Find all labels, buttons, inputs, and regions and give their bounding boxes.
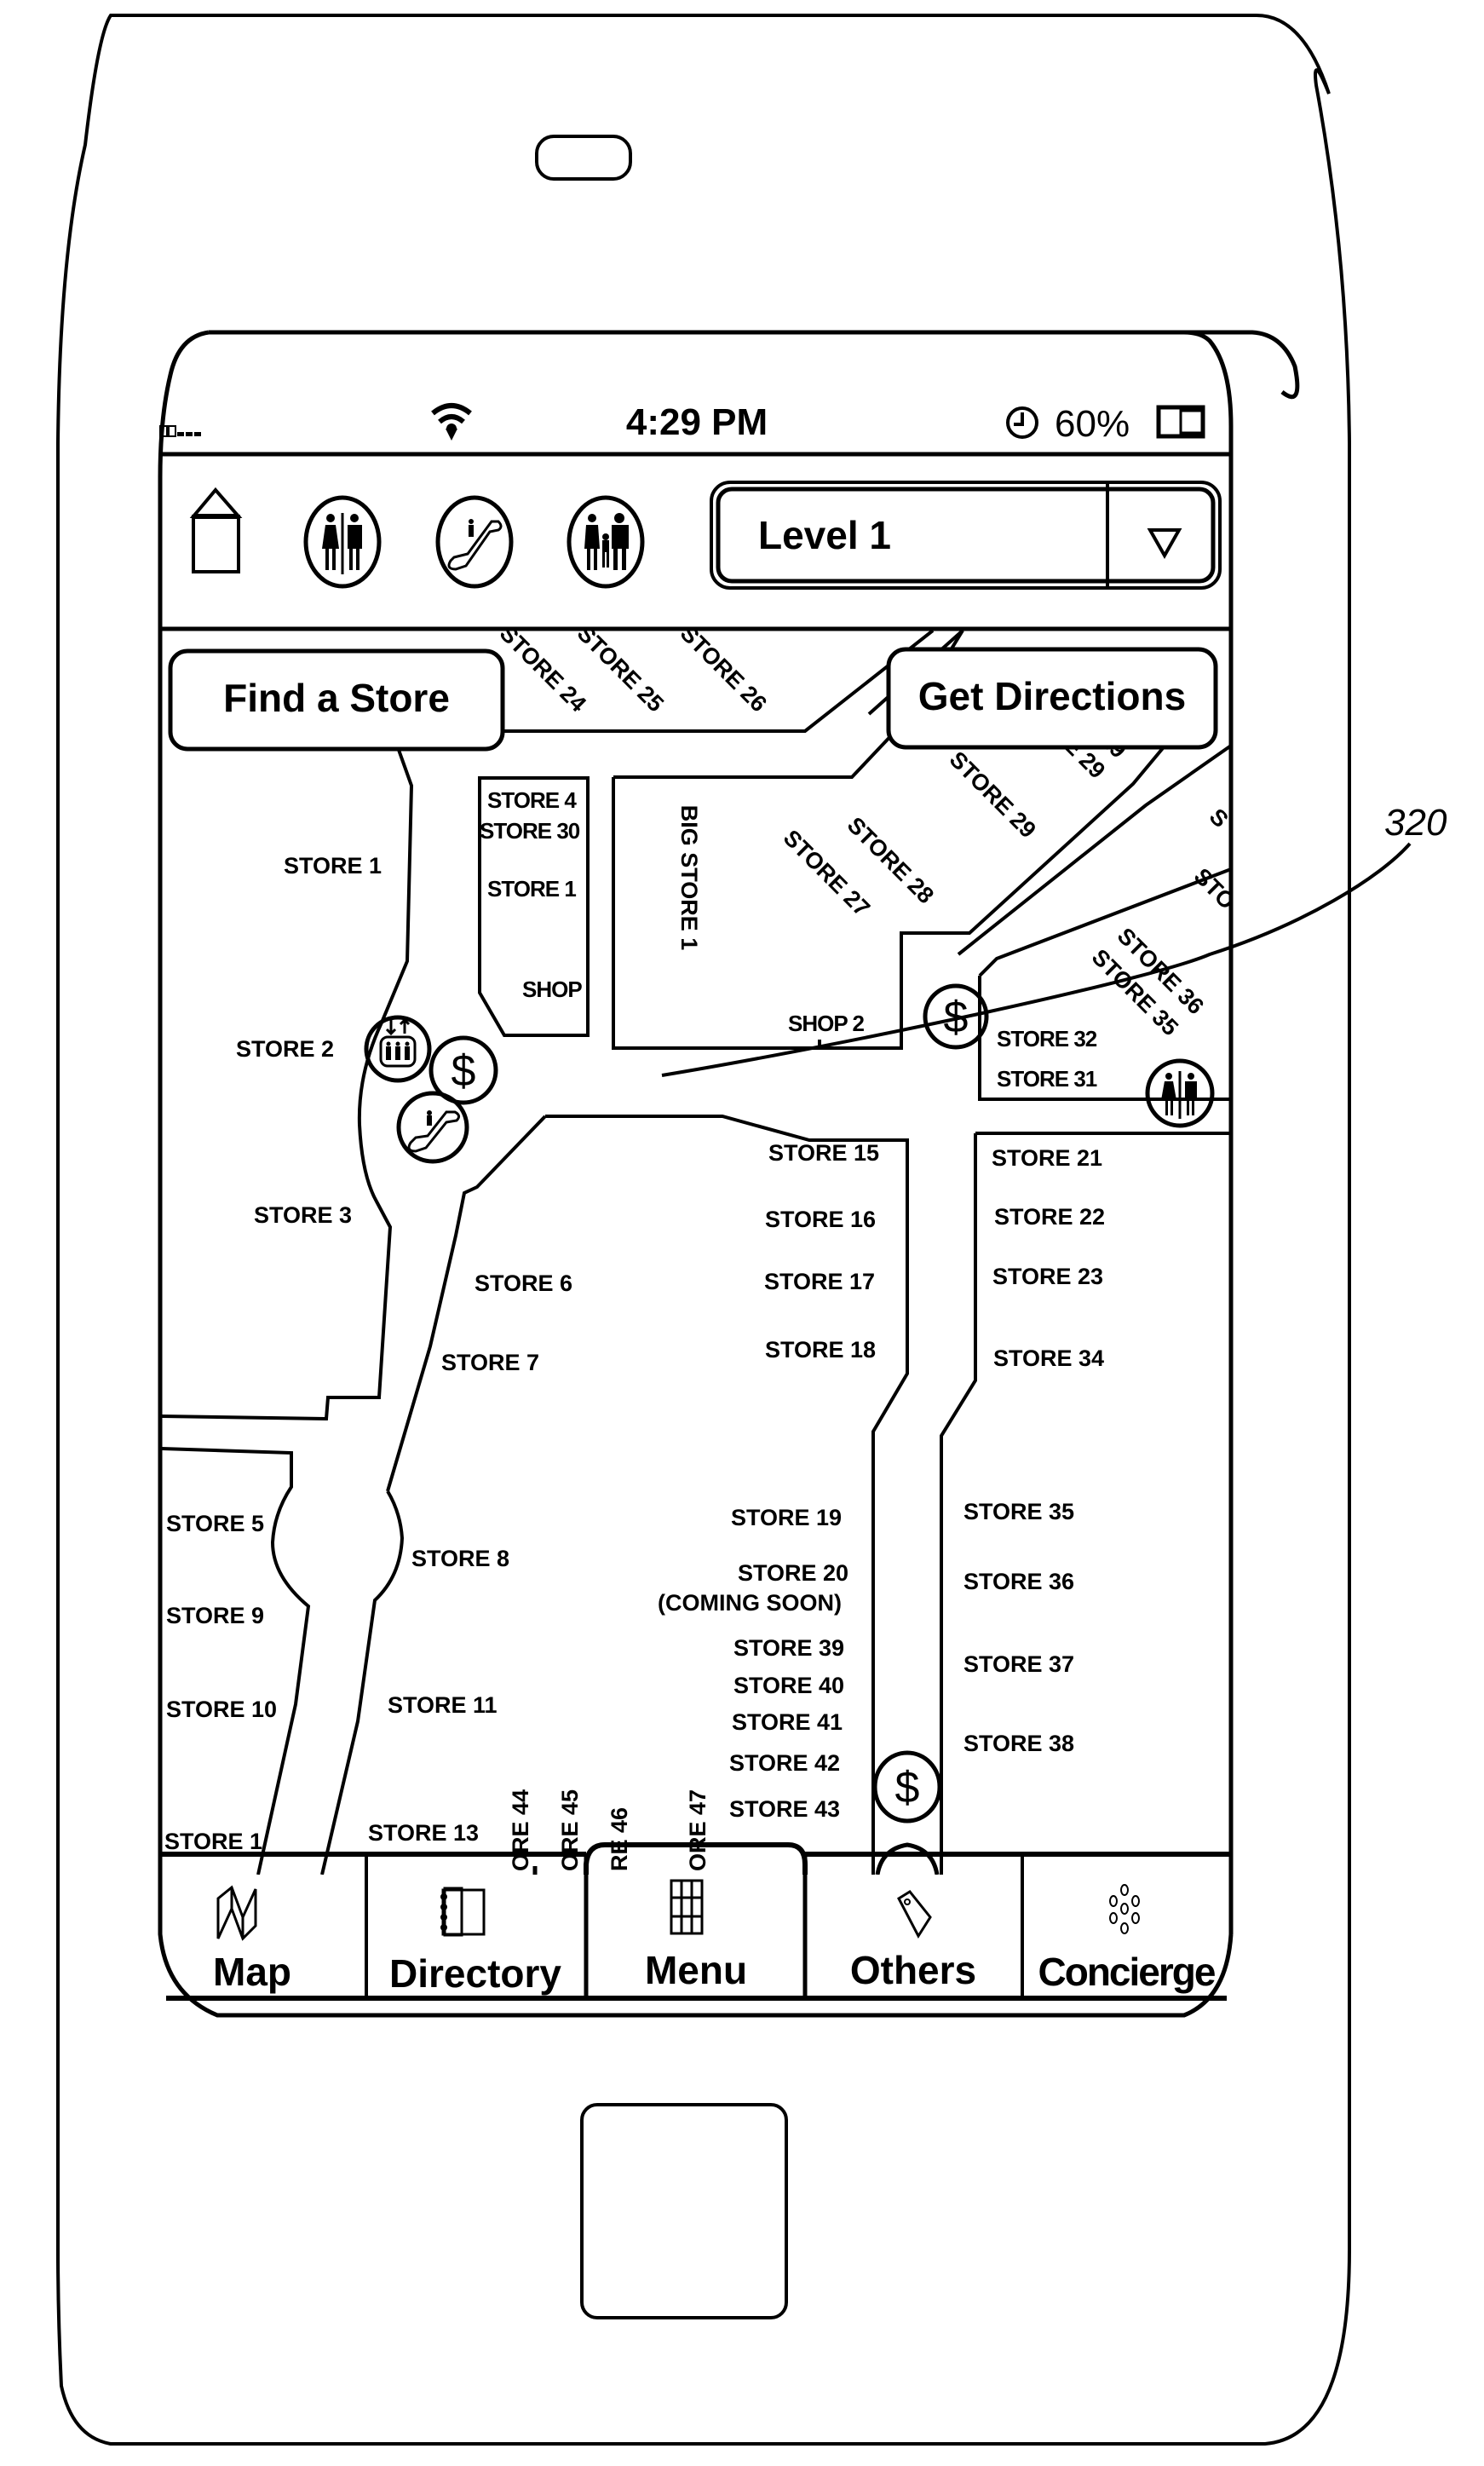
nav-label-menu: Menu [645, 1948, 747, 1992]
signal-bars-icon [159, 425, 201, 437]
store-label[interactable]: STORE 15 [768, 1140, 879, 1166]
store-label[interactable]: STORE 35 [963, 1499, 1074, 1524]
nav-item-directory[interactable]: Directory [389, 1887, 561, 1996]
store-label[interactable]: SHOP [522, 977, 583, 1002]
get-directions-label: Get Directions [918, 674, 1186, 718]
find-store-button[interactable]: Find a Store [168, 648, 505, 752]
nav-item-others[interactable]: Others [850, 1890, 976, 1992]
store-label[interactable]: STORE 32 [997, 1026, 1098, 1052]
store-label[interactable]: STORE 20 [738, 1560, 848, 1586]
home-icon[interactable] [189, 487, 243, 573]
store-label[interactable]: STORE 19 [731, 1505, 842, 1530]
store-label[interactable]: RE 46 [607, 1807, 632, 1871]
store-label[interactable]: STORE 5 [166, 1511, 264, 1536]
store-label[interactable]: STORE 8 [411, 1546, 509, 1571]
level-select[interactable]: Level 1 [710, 481, 1222, 590]
svg-text:$: $ [452, 1046, 476, 1096]
nav-label-directory: Directory [389, 1951, 561, 1996]
store-label[interactable]: STORE 38 [963, 1731, 1074, 1756]
store-label[interactable]: STORE 29 [945, 746, 1041, 843]
get-directions-button[interactable]: Get Directions [886, 647, 1218, 750]
nav-label-map: Map [213, 1950, 291, 1994]
store-label[interactable]: STORE 11 [388, 1692, 498, 1718]
status-time: 4:29 PM [626, 401, 768, 443]
wifi-icon [431, 403, 472, 441]
store-label[interactable]: STORE 16 [765, 1207, 876, 1232]
store-label[interactable]: STORE 39 [733, 1635, 844, 1661]
battery-percent: 60% [1055, 403, 1130, 445]
triangle-down-icon [1147, 528, 1182, 560]
battery-icon [1156, 405, 1205, 439]
store-label[interactable]: STORE 37 [963, 1651, 1074, 1677]
nav-item-concierge[interactable]: Concierge [1038, 1884, 1217, 1994]
store-label[interactable]: STORE 9 [166, 1603, 264, 1628]
folded-map-icon [216, 1885, 257, 1941]
store-label[interactable]: STORE 4 [487, 787, 578, 813]
store-label[interactable]: ORE 44 [508, 1789, 533, 1871]
atm-dollar-icon[interactable]: $ [872, 1750, 942, 1824]
store-label[interactable]: STORE 7 [441, 1350, 539, 1375]
restroom-icon[interactable] [1145, 1058, 1215, 1128]
store-label[interactable]: STORE 36 [963, 1569, 1074, 1594]
elevator-icon[interactable] [364, 1015, 432, 1083]
store-label[interactable]: STORE 23 [992, 1264, 1103, 1289]
store-label[interactable]: STORE 2 [236, 1036, 334, 1062]
status-bar: 4:29 PM 60% [159, 401, 1205, 445]
store-label[interactable]: STORE 13 [368, 1820, 479, 1846]
store-label[interactable]: STORE 42 [729, 1750, 840, 1776]
nav-label-others: Others [850, 1948, 976, 1992]
home-button[interactable] [580, 2103, 788, 2319]
store-label[interactable]: BIG STORE 1 [676, 805, 702, 951]
store-label[interactable]: SHOP 2 [788, 1011, 865, 1036]
phone-figure: 4:29 PM 60% Level 1 $ $ $ STORE 24 STORE… [56, 14, 1447, 2446]
store-label[interactable]: STORE 34 [993, 1345, 1104, 1371]
nav-label-concierge: Concierge [1038, 1950, 1216, 1994]
store-label[interactable]: STORE 21 [992, 1145, 1102, 1171]
store-label[interactable]: STORE 3 [254, 1202, 352, 1228]
speaker-slot [535, 135, 632, 181]
svg-text:$: $ [895, 1763, 920, 1812]
store-label[interactable]: STORE 26 [676, 620, 772, 717]
store-label[interactable]: STORE 43 [729, 1796, 840, 1822]
atm-dollar-icon[interactable]: $ [923, 983, 989, 1050]
level-select-value: Level 1 [758, 513, 891, 557]
reference-numeral: 320 [1384, 802, 1447, 844]
notebook-icon [440, 1887, 486, 1937]
escalator-icon[interactable] [435, 495, 514, 589]
store-label[interactable]: STORE 18 [765, 1337, 876, 1363]
alarm-clock-icon [1006, 406, 1038, 439]
phone-body [56, 14, 1351, 2446]
family-restroom-icon[interactable] [567, 495, 645, 589]
store-label[interactable]: STORE 1 [284, 853, 382, 879]
store-label[interactable]: STORE 1 [487, 876, 577, 902]
partial-amenity-icon [875, 1842, 940, 1875]
store-label[interactable]: STORE 10 [166, 1697, 277, 1722]
nav-item-map[interactable]: Map [213, 1885, 291, 1994]
find-store-label: Find a Store [223, 676, 450, 720]
escalator-icon[interactable] [396, 1091, 469, 1164]
store-label[interactable]: STORE 1 [164, 1829, 262, 1854]
store-label[interactable]: STORE 31 [997, 1066, 1098, 1092]
mall-map[interactable]: $ $ $ STORE 24 STORE 25 STORE 26 STORE 1… [162, 620, 1240, 1875]
store-label[interactable]: STORE 40 [733, 1673, 844, 1698]
grid-menu-icon [670, 1879, 704, 1935]
tag-icon [897, 1890, 932, 1939]
store-label[interactable]: ORE 47 [685, 1789, 710, 1871]
store-label: (COMING SOON) [658, 1590, 842, 1616]
restroom-icon[interactable] [303, 495, 382, 589]
store-label[interactable]: STORE 17 [764, 1269, 875, 1294]
store-label[interactable]: ORE 45 [557, 1789, 583, 1871]
store-label[interactable]: STORE 30 [480, 818, 581, 844]
dots-circle-icon [1109, 1884, 1140, 1934]
store-label[interactable]: STORE 6 [475, 1270, 572, 1296]
store-label[interactable]: STORE 41 [732, 1709, 843, 1735]
store-label[interactable]: STORE 22 [994, 1204, 1105, 1230]
nav-item-menu[interactable]: Menu [645, 1879, 747, 1992]
